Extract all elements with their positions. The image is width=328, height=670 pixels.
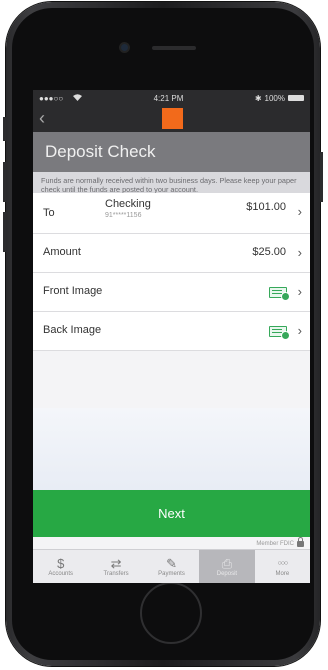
tab-accounts[interactable]: $ Accounts: [33, 550, 88, 583]
chevron-right-icon: ›: [297, 204, 302, 219]
lock-icon: [297, 537, 304, 547]
to-account-row[interactable]: To Checking 91*****1156 $101.00 ›: [33, 193, 310, 234]
power-button: [320, 152, 323, 202]
account-number: 91*****1156: [105, 212, 142, 219]
selected-account: Checking 91*****1156: [105, 198, 151, 219]
tab-label: Deposit: [216, 571, 238, 577]
battery-icon: [287, 95, 304, 101]
info-banner: Funds are normally received within two b…: [33, 172, 310, 194]
to-label: To: [43, 207, 55, 219]
bank-logo: [162, 108, 183, 129]
tab-payments[interactable]: ✎ Payments: [144, 550, 199, 583]
tab-transfers[interactable]: ⇄ Transfers: [88, 550, 143, 583]
tab-more[interactable]: ○○○ More: [255, 550, 310, 583]
member-fdic: Member FDIC: [256, 537, 304, 547]
dollar-icon: $: [57, 556, 65, 571]
tab-bar: $ Accounts ⇄ Transfers ✎ Payments ⎙ Depo…: [33, 549, 310, 583]
home-button[interactable]: [140, 582, 202, 644]
amount-label: Amount: [43, 246, 81, 258]
status-bar: ●●●○○ 4:21 PM ✱ 100%: [33, 90, 310, 106]
mute-switch: [3, 117, 6, 141]
next-button[interactable]: Next: [33, 490, 310, 537]
front-camera: [121, 44, 128, 51]
volume-down-button: [3, 212, 6, 252]
status-time: 4:21 PM: [153, 93, 184, 103]
back-arrow-icon[interactable]: ‹: [39, 109, 45, 127]
bluetooth-icon: ✱: [254, 93, 262, 103]
volume-up-button: [3, 162, 6, 202]
amount-value: $25.00: [252, 246, 286, 258]
chevron-right-icon: ›: [297, 245, 302, 260]
chevron-right-icon: ›: [297, 323, 302, 338]
member-fdic-text: Member FDIC: [256, 541, 294, 547]
tab-deposit[interactable]: ⎙ Deposit: [199, 550, 255, 583]
app-screen: ●●●○○ 4:21 PM ✱ 100% ‹ Deposit Check Fun…: [33, 90, 310, 583]
chevron-right-icon: ›: [297, 284, 302, 299]
check-capture-icon: [269, 326, 290, 340]
page-title: Deposit Check: [33, 132, 310, 172]
nav-bar: ‹: [33, 106, 310, 132]
payments-icon: ✎: [166, 556, 177, 571]
check-capture-icon: [269, 287, 290, 301]
more-dots-icon: ○○○: [277, 560, 288, 567]
tab-label: More: [275, 571, 290, 577]
battery-percent: 100%: [264, 93, 285, 103]
amount-row[interactable]: Amount $25.00 ›: [33, 234, 310, 273]
back-image-row[interactable]: Back Image ›: [33, 312, 310, 351]
earpiece-speaker: [152, 46, 196, 50]
transfer-arrows-icon: ⇄: [110, 556, 122, 571]
deposit-check-icon: ⎙: [221, 556, 233, 571]
tab-label: Payments: [158, 571, 185, 577]
signal-strength: ●●●○○: [39, 93, 64, 103]
account-balance: $101.00: [246, 201, 286, 213]
wifi-icon: [73, 93, 83, 103]
tab-label: Transfers: [103, 571, 129, 577]
tab-label: Accounts: [48, 571, 74, 577]
account-name: Checking: [105, 198, 151, 210]
front-image-row[interactable]: Front Image ›: [33, 273, 310, 312]
back-image-label: Back Image: [43, 324, 102, 336]
front-image-label: Front Image: [43, 285, 103, 297]
